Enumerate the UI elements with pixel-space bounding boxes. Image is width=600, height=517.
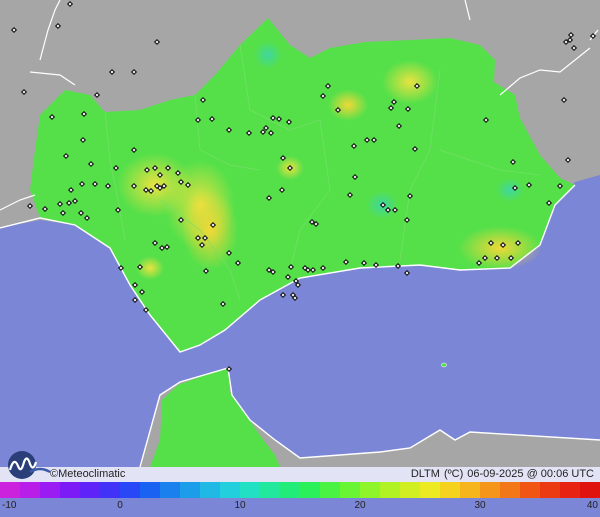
color-scale-swatch (260, 482, 281, 498)
color-scale-tick-label: 30 (474, 500, 486, 511)
color-scale-swatch (80, 482, 101, 498)
color-scale-swatch (480, 482, 501, 498)
alboran-island (441, 362, 447, 368)
color-scale-swatch (520, 482, 541, 498)
meteoclimatic-logo-icon (8, 451, 51, 479)
color-scale-swatch (380, 482, 401, 498)
color-scale-bar (0, 482, 600, 498)
color-scale-swatch (280, 482, 301, 498)
color-scale-swatch (120, 482, 141, 498)
color-scale-swatch (360, 482, 381, 498)
map-info: DLTM (ºC) 06-09-2025 @ 00:06 UTC (407, 468, 594, 480)
color-scale-tick-label: -10 (2, 500, 17, 511)
color-scale-swatch (540, 482, 561, 498)
color-scale-swatch (240, 482, 261, 498)
timestamp-label: 06-09-2025 @ 00:06 UTC (467, 468, 594, 480)
color-scale-tick-label: 0 (117, 500, 123, 511)
unit-label: (ºC) (443, 468, 464, 480)
color-scale-swatch (320, 482, 341, 498)
color-scale-swatch (40, 482, 61, 498)
color-scale-swatch (100, 482, 121, 498)
color-scale-swatch (580, 482, 600, 498)
color-scale-tick-label: 40 (587, 500, 599, 511)
color-scale-swatch (420, 482, 441, 498)
color-scale-swatch (400, 482, 421, 498)
color-scale-swatch (160, 482, 181, 498)
variable-label: DLTM (410, 468, 440, 480)
color-scale-swatch (500, 482, 521, 498)
color-scale-swatch (440, 482, 461, 498)
color-scale-swatch (220, 482, 241, 498)
color-scale-swatch (460, 482, 481, 498)
copyright-symbol: © (50, 468, 59, 480)
brand-name: Meteoclimatic (58, 468, 126, 480)
color-scale-tick-label: 10 (234, 500, 246, 511)
color-scale: -10 0 10 20 30 40 (0, 482, 600, 511)
color-scale-tick-label: 20 (354, 500, 366, 511)
color-scale-swatch (140, 482, 161, 498)
color-scale-swatch (0, 482, 21, 498)
color-scale-swatch (300, 482, 321, 498)
color-scale-swatch (180, 482, 201, 498)
temperature-map[interactable] (0, 0, 600, 517)
brand-label: ©Meteoclimatic (50, 468, 125, 480)
color-scale-ticks: -10 0 10 20 30 40 (2, 500, 598, 511)
color-scale-swatch (60, 482, 81, 498)
color-scale-swatch (340, 482, 361, 498)
color-scale-swatch (200, 482, 221, 498)
color-scale-swatch (20, 482, 41, 498)
color-scale-swatch (560, 482, 581, 498)
